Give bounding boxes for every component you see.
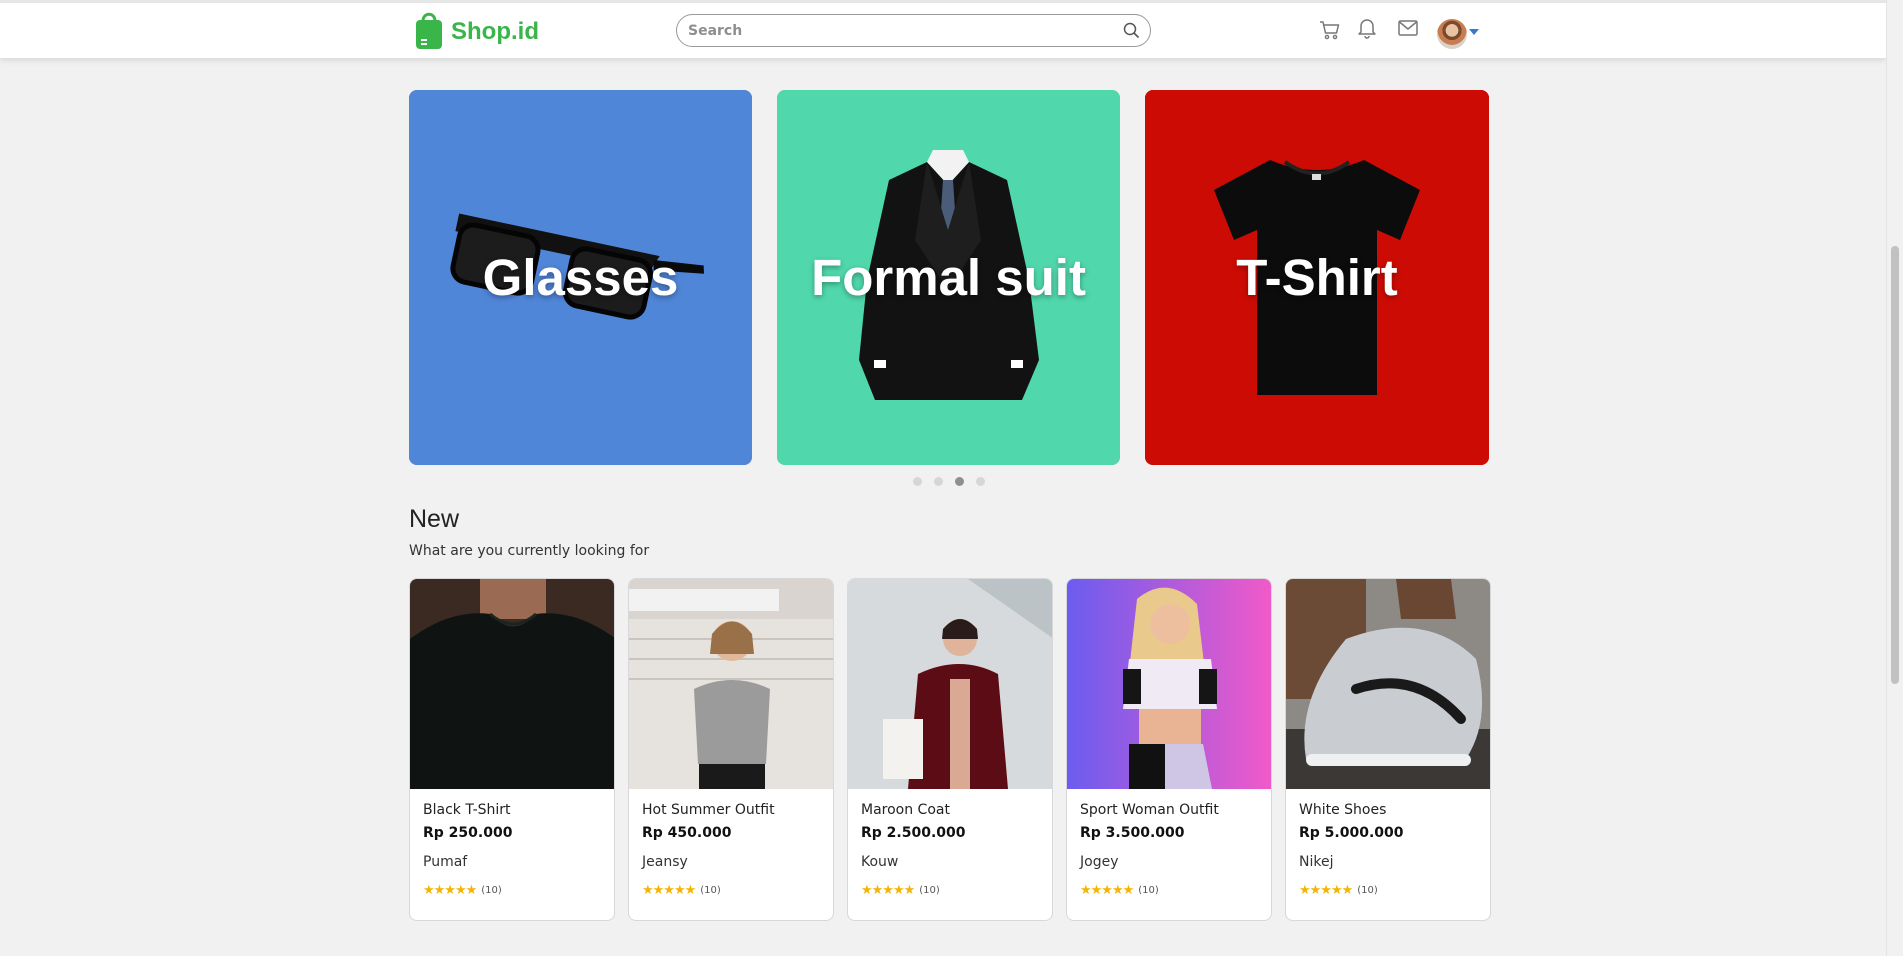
product-image — [1286, 579, 1490, 789]
search-bar[interactable] — [676, 14, 1151, 47]
product-card[interactable]: Sport Woman Outfit Rp 3.500.000 Jogey ★★… — [1066, 578, 1272, 921]
carousel-dot[interactable] — [976, 477, 985, 486]
star-icons: ★★★★★ — [1299, 883, 1353, 898]
review-count: (10) — [919, 885, 940, 896]
section-subtitle: What are you currently looking for — [409, 543, 650, 559]
banner-t-shirt[interactable]: T-Shirt — [1145, 90, 1489, 465]
carousel-dot[interactable] — [934, 477, 943, 486]
banner-label: T-Shirt — [1236, 249, 1398, 306]
product-brand: Pumaf — [423, 854, 468, 870]
bell-icon[interactable] — [1355, 16, 1379, 40]
product-price: Rp 3.500.000 — [1080, 825, 1185, 841]
product-name[interactable]: Maroon Coat — [861, 802, 950, 818]
product-brand: Jeansy — [642, 854, 688, 870]
product-image — [1067, 579, 1271, 789]
banner-glasses[interactable]: Glasses — [409, 90, 752, 465]
product-name[interactable]: Hot Summer Outfit — [642, 802, 775, 818]
search-input[interactable] — [688, 22, 1123, 39]
carousel-indicators — [913, 477, 985, 486]
product-rating: ★★★★★ (10) — [423, 883, 502, 898]
section-title: New — [409, 505, 460, 533]
review-count: (10) — [1357, 885, 1378, 896]
product-brand: Kouw — [861, 854, 899, 870]
user-avatar[interactable] — [1437, 19, 1467, 49]
product-price: Rp 5.000.000 — [1299, 825, 1404, 841]
product-image — [410, 579, 614, 789]
product-brand: Nikej — [1299, 854, 1334, 870]
product-price: Rp 450.000 — [642, 825, 732, 841]
product-image — [629, 579, 833, 789]
review-count: (10) — [1138, 885, 1159, 896]
banner-label: Formal suit — [811, 249, 1086, 306]
product-name[interactable]: Black T-Shirt — [423, 802, 511, 818]
banner-formal-suit[interactable]: Formal suit — [777, 90, 1120, 465]
product-card[interactable]: Hot Summer Outfit Rp 450.000 Jeansy ★★★★… — [628, 578, 834, 921]
star-icons: ★★★★★ — [642, 883, 696, 898]
product-price: Rp 2.500.000 — [861, 825, 966, 841]
product-brand: Jogey — [1080, 854, 1119, 870]
product-name[interactable]: Sport Woman Outfit — [1080, 802, 1219, 818]
product-card[interactable]: White Shoes Rp 5.000.000 Nikej ★★★★★ (10… — [1285, 578, 1491, 921]
product-rating: ★★★★★ (10) — [861, 883, 940, 898]
product-rating: ★★★★★ (10) — [1080, 883, 1159, 898]
product-image — [848, 579, 1052, 789]
review-count: (10) — [700, 885, 721, 896]
product-rating: ★★★★★ (10) — [1299, 883, 1378, 898]
product-card[interactable]: Maroon Coat Rp 2.500.000 Kouw ★★★★★ (10) — [847, 578, 1053, 921]
banner-label: Glasses — [482, 249, 679, 306]
chevron-down-icon[interactable] — [1469, 29, 1479, 35]
product-rating: ★★★★★ (10) — [642, 883, 721, 898]
brand-logo[interactable]: Shop.id — [414, 9, 539, 50]
product-price: Rp 250.000 — [423, 825, 513, 841]
star-icons: ★★★★★ — [423, 883, 477, 898]
top-navbar: Shop.id — [0, 0, 1886, 58]
page-scrollbar[interactable] — [1886, 0, 1903, 956]
star-icons: ★★★★★ — [861, 883, 915, 898]
mail-icon[interactable] — [1396, 16, 1420, 40]
carousel-dot[interactable] — [913, 477, 922, 486]
shopping-bag-icon — [416, 12, 442, 49]
product-name[interactable]: White Shoes — [1299, 802, 1386, 818]
star-icons: ★★★★★ — [1080, 883, 1134, 898]
product-card[interactable]: Black T-Shirt Rp 250.000 Pumaf ★★★★★ (10… — [409, 578, 615, 921]
review-count: (10) — [481, 885, 502, 896]
search-icon[interactable] — [1123, 22, 1140, 39]
carousel-dot-active[interactable] — [955, 477, 964, 486]
cart-icon[interactable] — [1318, 18, 1342, 42]
brand-name: Shop.id — [451, 17, 539, 45]
scrollbar-thumb[interactable] — [1891, 246, 1899, 684]
